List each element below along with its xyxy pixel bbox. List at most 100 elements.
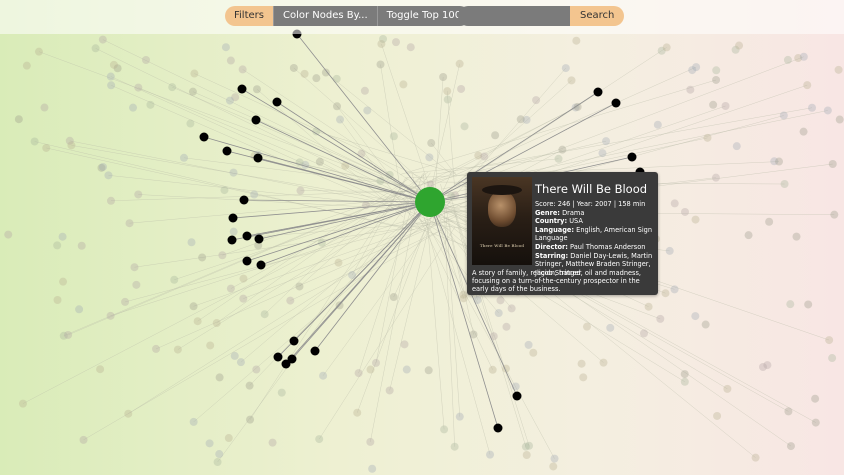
- background-node[interactable]: [315, 435, 324, 444]
- background-node[interactable]: [450, 442, 459, 451]
- background-node[interactable]: [522, 451, 531, 460]
- background-node[interactable]: [455, 59, 464, 68]
- background-node[interactable]: [18, 399, 27, 408]
- background-node[interactable]: [701, 320, 710, 329]
- color-nodes-button[interactable]: Color Nodes By...: [273, 6, 378, 26]
- background-node[interactable]: [361, 201, 370, 210]
- neighbor-node[interactable]: [227, 235, 237, 245]
- background-node[interactable]: [828, 354, 837, 363]
- background-node[interactable]: [230, 351, 239, 360]
- background-node[interactable]: [296, 186, 305, 195]
- background-node[interactable]: [424, 366, 433, 375]
- background-node[interactable]: [653, 120, 662, 129]
- background-node[interactable]: [64, 330, 73, 339]
- background-node[interactable]: [721, 102, 730, 111]
- background-node[interactable]: [639, 329, 648, 338]
- background-node[interactable]: [236, 358, 245, 367]
- background-node[interactable]: [385, 386, 394, 395]
- background-node[interactable]: [661, 289, 670, 298]
- background-node[interactable]: [121, 297, 130, 306]
- background-node[interactable]: [680, 377, 689, 386]
- background-node[interactable]: [486, 450, 495, 459]
- background-node[interactable]: [189, 417, 198, 426]
- background-node[interactable]: [252, 85, 261, 94]
- background-node[interactable]: [363, 106, 372, 115]
- background-node[interactable]: [473, 296, 482, 305]
- background-node[interactable]: [644, 302, 653, 311]
- search-button[interactable]: Search: [570, 6, 625, 26]
- neighbor-node[interactable]: [593, 87, 603, 97]
- neighbor-node[interactable]: [512, 391, 522, 401]
- background-node[interactable]: [353, 408, 362, 417]
- background-node[interactable]: [77, 241, 86, 250]
- neighbor-node[interactable]: [242, 256, 252, 266]
- background-node[interactable]: [786, 442, 795, 451]
- background-node[interactable]: [489, 332, 498, 341]
- background-node[interactable]: [226, 284, 235, 293]
- background-node[interactable]: [808, 103, 817, 112]
- neighbor-node[interactable]: [242, 231, 252, 241]
- background-node[interactable]: [786, 300, 795, 309]
- background-node[interactable]: [252, 365, 261, 374]
- background-node[interactable]: [173, 345, 182, 354]
- background-node[interactable]: [59, 277, 68, 286]
- background-node[interactable]: [765, 217, 774, 226]
- background-node[interactable]: [440, 425, 449, 434]
- background-node[interactable]: [129, 103, 138, 112]
- background-node[interactable]: [389, 293, 398, 302]
- background-node[interactable]: [389, 132, 398, 141]
- background-node[interactable]: [188, 87, 197, 96]
- background-node[interactable]: [106, 196, 115, 205]
- background-node[interactable]: [213, 458, 222, 467]
- background-node[interactable]: [835, 115, 844, 124]
- background-node[interactable]: [336, 115, 345, 124]
- background-node[interactable]: [134, 190, 143, 199]
- background-node[interactable]: [187, 238, 196, 247]
- focus-node[interactable]: [415, 187, 445, 217]
- background-node[interactable]: [53, 295, 62, 304]
- background-node[interactable]: [665, 246, 674, 255]
- network-graph[interactable]: [0, 0, 844, 475]
- background-node[interactable]: [104, 171, 113, 180]
- neighbor-node[interactable]: [256, 260, 266, 270]
- background-node[interactable]: [558, 145, 567, 154]
- background-node[interactable]: [507, 304, 516, 313]
- background-node[interactable]: [354, 369, 363, 378]
- background-node[interactable]: [599, 358, 608, 367]
- background-node[interactable]: [406, 43, 415, 52]
- background-node[interactable]: [427, 139, 436, 148]
- background-node[interactable]: [215, 450, 224, 459]
- background-node[interactable]: [376, 60, 385, 69]
- background-node[interactable]: [152, 344, 161, 353]
- background-node[interactable]: [391, 38, 400, 47]
- background-node[interactable]: [803, 81, 812, 90]
- background-node[interactable]: [439, 72, 448, 81]
- background-node[interactable]: [692, 63, 701, 72]
- background-node[interactable]: [268, 438, 277, 447]
- background-node[interactable]: [212, 319, 221, 328]
- background-node[interactable]: [289, 63, 298, 72]
- background-node[interactable]: [735, 41, 744, 50]
- background-node[interactable]: [662, 43, 671, 52]
- background-node[interactable]: [402, 365, 411, 374]
- background-node[interactable]: [206, 341, 215, 350]
- background-node[interactable]: [58, 232, 67, 241]
- background-node[interactable]: [146, 100, 155, 109]
- background-node[interactable]: [443, 95, 452, 104]
- background-node[interactable]: [312, 127, 321, 136]
- background-node[interactable]: [491, 131, 500, 140]
- background-node[interactable]: [170, 275, 179, 284]
- background-node[interactable]: [780, 180, 789, 189]
- background-node[interactable]: [830, 210, 839, 219]
- background-node[interactable]: [96, 365, 105, 374]
- background-node[interactable]: [366, 365, 375, 374]
- background-node[interactable]: [799, 127, 808, 136]
- neighbor-node[interactable]: [493, 423, 503, 433]
- background-node[interactable]: [300, 69, 309, 78]
- background-node[interactable]: [711, 173, 720, 182]
- background-node[interactable]: [804, 300, 813, 309]
- background-node[interactable]: [732, 142, 741, 151]
- toggle-top-100-button[interactable]: Toggle Top 100: [377, 6, 471, 26]
- background-node[interactable]: [480, 152, 489, 161]
- background-node[interactable]: [134, 83, 143, 92]
